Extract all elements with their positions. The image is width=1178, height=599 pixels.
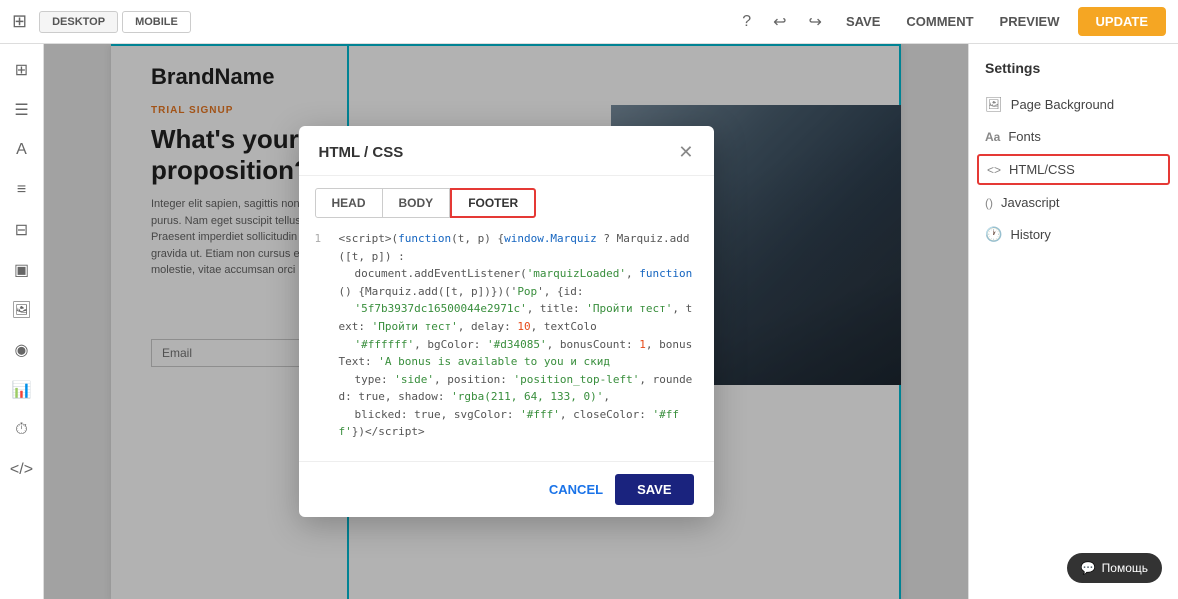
left-sidebar: ⊞ ☰ A ≡ ⊟ ▣ 🖼 ◉ 📊 ⏱ </> bbox=[0, 44, 44, 599]
sidebar-grid-icon[interactable]: ⊟ bbox=[4, 212, 40, 248]
preview-button[interactable]: PREVIEW bbox=[992, 10, 1068, 33]
help-icon-btn[interactable]: ? bbox=[736, 9, 757, 35]
fonts-icon: Aa bbox=[985, 130, 1000, 144]
settings-item-javascript[interactable]: () Javascript bbox=[969, 187, 1178, 218]
fonts-label: Fonts bbox=[1008, 129, 1041, 144]
settings-title: Settings bbox=[969, 60, 1178, 88]
sidebar-pages-icon[interactable]: ⊞ bbox=[4, 52, 40, 88]
help-label: Помощь bbox=[1102, 561, 1148, 575]
sidebar-chart-icon[interactable]: 📊 bbox=[4, 372, 40, 408]
main-layout: ⊞ ☰ A ≡ ⊟ ▣ 🖼 ◉ 📊 ⏱ </> BrandName TRIAL … bbox=[0, 44, 1178, 599]
settings-item-fonts[interactable]: Aa Fonts bbox=[969, 121, 1178, 152]
modal-close-button[interactable]: ✕ bbox=[678, 142, 693, 163]
tab-head[interactable]: HEAD bbox=[315, 188, 383, 218]
settings-item-html-css[interactable]: <> HTML/CSS bbox=[977, 154, 1170, 185]
page-background-icon: 🖼 bbox=[985, 96, 1003, 113]
javascript-label: Javascript bbox=[1001, 195, 1060, 210]
html-css-icon: <> bbox=[987, 163, 1001, 177]
comment-button[interactable]: COMMENT bbox=[898, 10, 981, 33]
desktop-button[interactable]: DESKTOP bbox=[39, 11, 118, 33]
history-icon: 🕐 bbox=[985, 226, 1002, 243]
html-css-label: HTML/CSS bbox=[1009, 162, 1075, 177]
page-background-label: Page Background bbox=[1011, 97, 1114, 112]
tab-body[interactable]: BODY bbox=[383, 188, 451, 218]
modal-header: HTML / CSS ✕ bbox=[299, 126, 714, 176]
sidebar-widget-icon[interactable]: ◉ bbox=[4, 332, 40, 368]
sidebar-text-icon[interactable]: A bbox=[4, 132, 40, 168]
html-css-modal: HTML / CSS ✕ HEAD BODY FOOTER 1 <script>… bbox=[299, 126, 714, 517]
sidebar-code-icon[interactable]: </> bbox=[4, 452, 40, 488]
help-chat-icon: 💬 bbox=[1081, 561, 1096, 575]
redo-button[interactable]: ↪ bbox=[803, 8, 828, 36]
update-button[interactable]: UPDATE bbox=[1078, 7, 1166, 36]
javascript-icon: () bbox=[985, 196, 993, 210]
line-number: 1 bbox=[315, 230, 331, 441]
sidebar-list-icon[interactable]: ≡ bbox=[4, 172, 40, 208]
modal-footer: CANCEL SAVE bbox=[299, 461, 714, 517]
apps-icon[interactable]: ⊞ bbox=[12, 11, 35, 32]
modal-save-button[interactable]: SAVE bbox=[615, 474, 693, 505]
sidebar-image-icon[interactable]: 🖼 bbox=[4, 292, 40, 328]
help-button[interactable]: 💬 Помощь bbox=[1067, 553, 1162, 583]
cancel-button[interactable]: CANCEL bbox=[549, 482, 603, 497]
sidebar-layers-icon[interactable]: ☰ bbox=[4, 92, 40, 128]
undo-button[interactable]: ↩ bbox=[767, 8, 792, 36]
sidebar-media-icon[interactable]: ▣ bbox=[4, 252, 40, 288]
modal-title: HTML / CSS bbox=[319, 144, 404, 161]
settings-item-page-background[interactable]: 🖼 Page Background bbox=[969, 88, 1178, 121]
canvas-area: BrandName TRIAL SIGNUP What's your mprop… bbox=[44, 44, 968, 599]
toolbar: ⊞ DESKTOP MOBILE ? ↩ ↪ SAVE COMMENT PREV… bbox=[0, 0, 1178, 44]
tab-footer[interactable]: FOOTER bbox=[450, 188, 536, 218]
save-button[interactable]: SAVE bbox=[838, 10, 888, 33]
sidebar-timer-icon[interactable]: ⏱ bbox=[4, 412, 40, 448]
mobile-button[interactable]: MOBILE bbox=[122, 11, 191, 33]
code-area[interactable]: 1 <script>(function(t, p) {window.Marqui… bbox=[299, 218, 714, 453]
toolbar-left: ⊞ DESKTOP MOBILE bbox=[12, 11, 191, 33]
modal-overlay: HTML / CSS ✕ HEAD BODY FOOTER 1 <script>… bbox=[44, 44, 968, 599]
code-line-1: 1 <script>(function(t, p) {window.Marqui… bbox=[315, 230, 698, 441]
toolbar-right: ? ↩ ↪ SAVE COMMENT PREVIEW UPDATE bbox=[736, 7, 1166, 36]
modal-tabs: HEAD BODY FOOTER bbox=[299, 176, 714, 218]
history-label: History bbox=[1010, 227, 1050, 242]
right-panel: Settings 🖼 Page Background Aa Fonts <> H… bbox=[968, 44, 1178, 599]
settings-item-history[interactable]: 🕐 History bbox=[969, 218, 1178, 251]
code-content: <script>(function(t, p) {window.Marquiz … bbox=[339, 230, 698, 441]
